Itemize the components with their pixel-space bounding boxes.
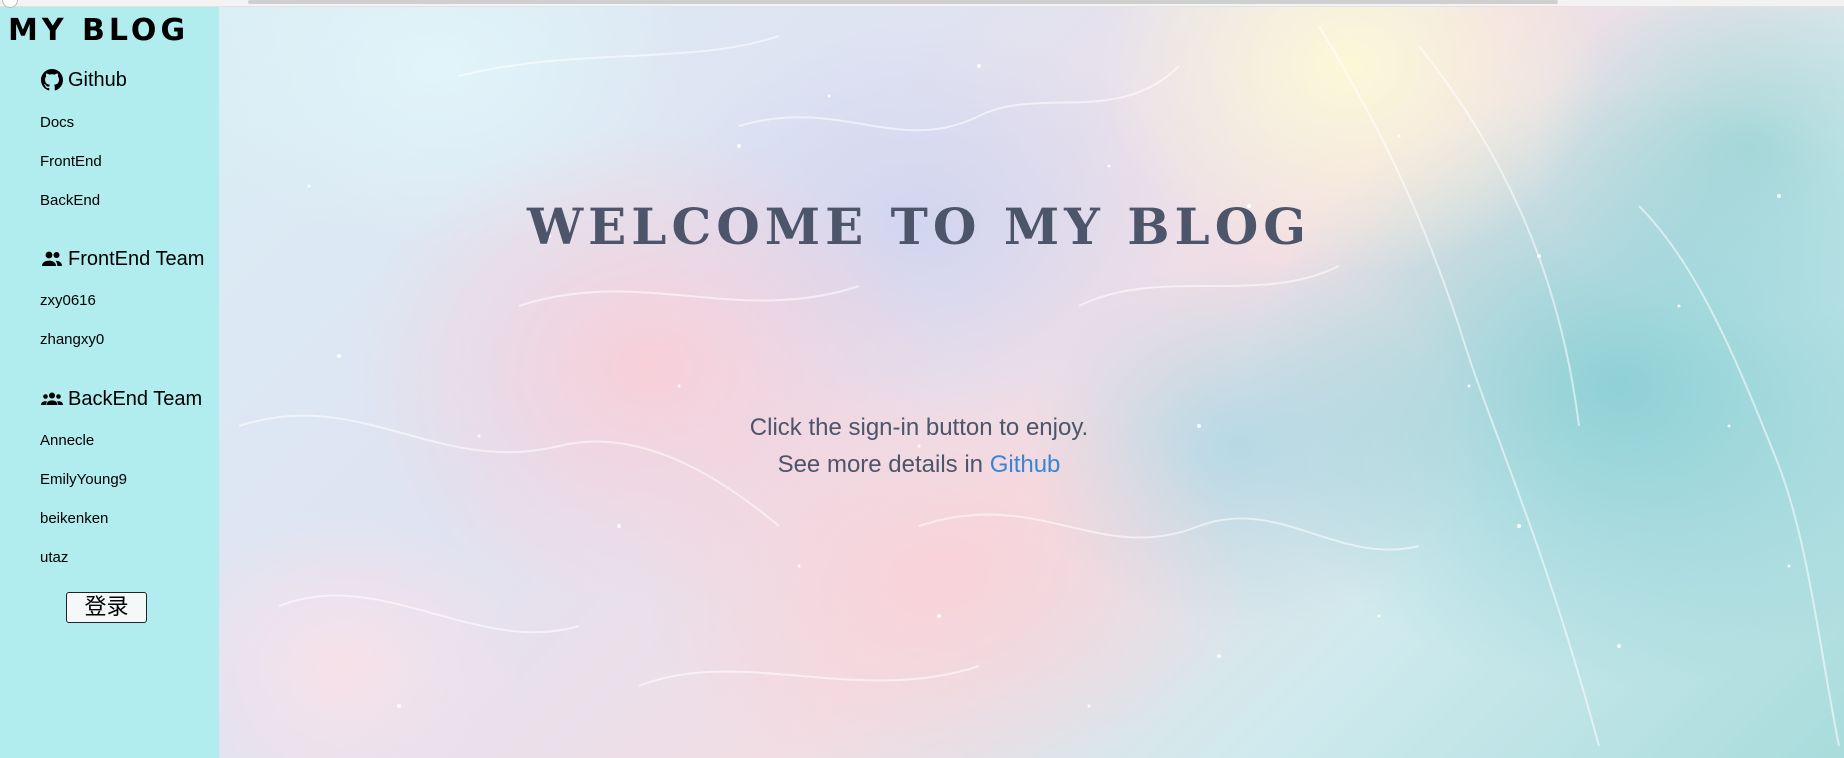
browser-top-strip: [0, 0, 1844, 8]
sidebar-frontend-team-heading[interactable]: FrontEnd Team: [40, 247, 204, 271]
welcome-headline: WELCOME TO MY BLOG: [527, 197, 1311, 256]
sidebar-member-annecle[interactable]: Annecle: [40, 432, 94, 449]
github-icon: [40, 68, 64, 92]
group-icon: [40, 387, 64, 411]
horizontal-scrollbar[interactable]: [248, 0, 1558, 4]
sidebar-member-zxy0616[interactable]: zxy0616: [40, 292, 96, 309]
sidebar-github-label: Github: [68, 68, 127, 91]
sidebar-member-utaz[interactable]: utaz: [40, 549, 68, 566]
github-details-prefix: See more details in: [777, 451, 990, 478]
sidebar-link-frontend[interactable]: FrontEnd: [40, 153, 102, 170]
login-button[interactable]: 登录: [66, 592, 147, 623]
sidebar-link-backend[interactable]: BackEnd: [40, 192, 100, 209]
sidebar-member-emilyyoung9[interactable]: EmilyYoung9: [40, 471, 127, 488]
sidebar-member-zhangxy0[interactable]: zhangxy0: [40, 331, 104, 348]
brand-title: MY BLOG: [8, 13, 190, 48]
github-details-line: See more details in Github: [219, 450, 1619, 480]
reload-circle-icon: [2, 0, 18, 8]
sidebar-backend-team-heading[interactable]: BackEnd Team: [40, 387, 202, 411]
github-link[interactable]: Github: [990, 451, 1061, 478]
people-icon: [40, 247, 64, 271]
sidebar-member-beikenken[interactable]: beikenken: [40, 510, 108, 527]
sidebar-link-docs[interactable]: Docs: [40, 114, 74, 131]
sidebar-backend-team-label: BackEnd Team: [68, 387, 203, 410]
page: MY BLOG Github Docs FrontEnd BackEnd Fro…: [0, 0, 1844, 758]
signin-hint-text: Click the sign-in button to enjoy.: [749, 414, 1089, 441]
sidebar: MY BLOG Github Docs FrontEnd BackEnd Fro…: [0, 6, 219, 758]
sidebar-frontend-team-label: FrontEnd Team: [68, 247, 205, 270]
watercolor-background: [238, 25, 1840, 747]
sidebar-github-heading[interactable]: Github: [40, 68, 127, 92]
hero-area: WELCOME TO MY BLOG Click the sign-in but…: [219, 6, 1844, 758]
